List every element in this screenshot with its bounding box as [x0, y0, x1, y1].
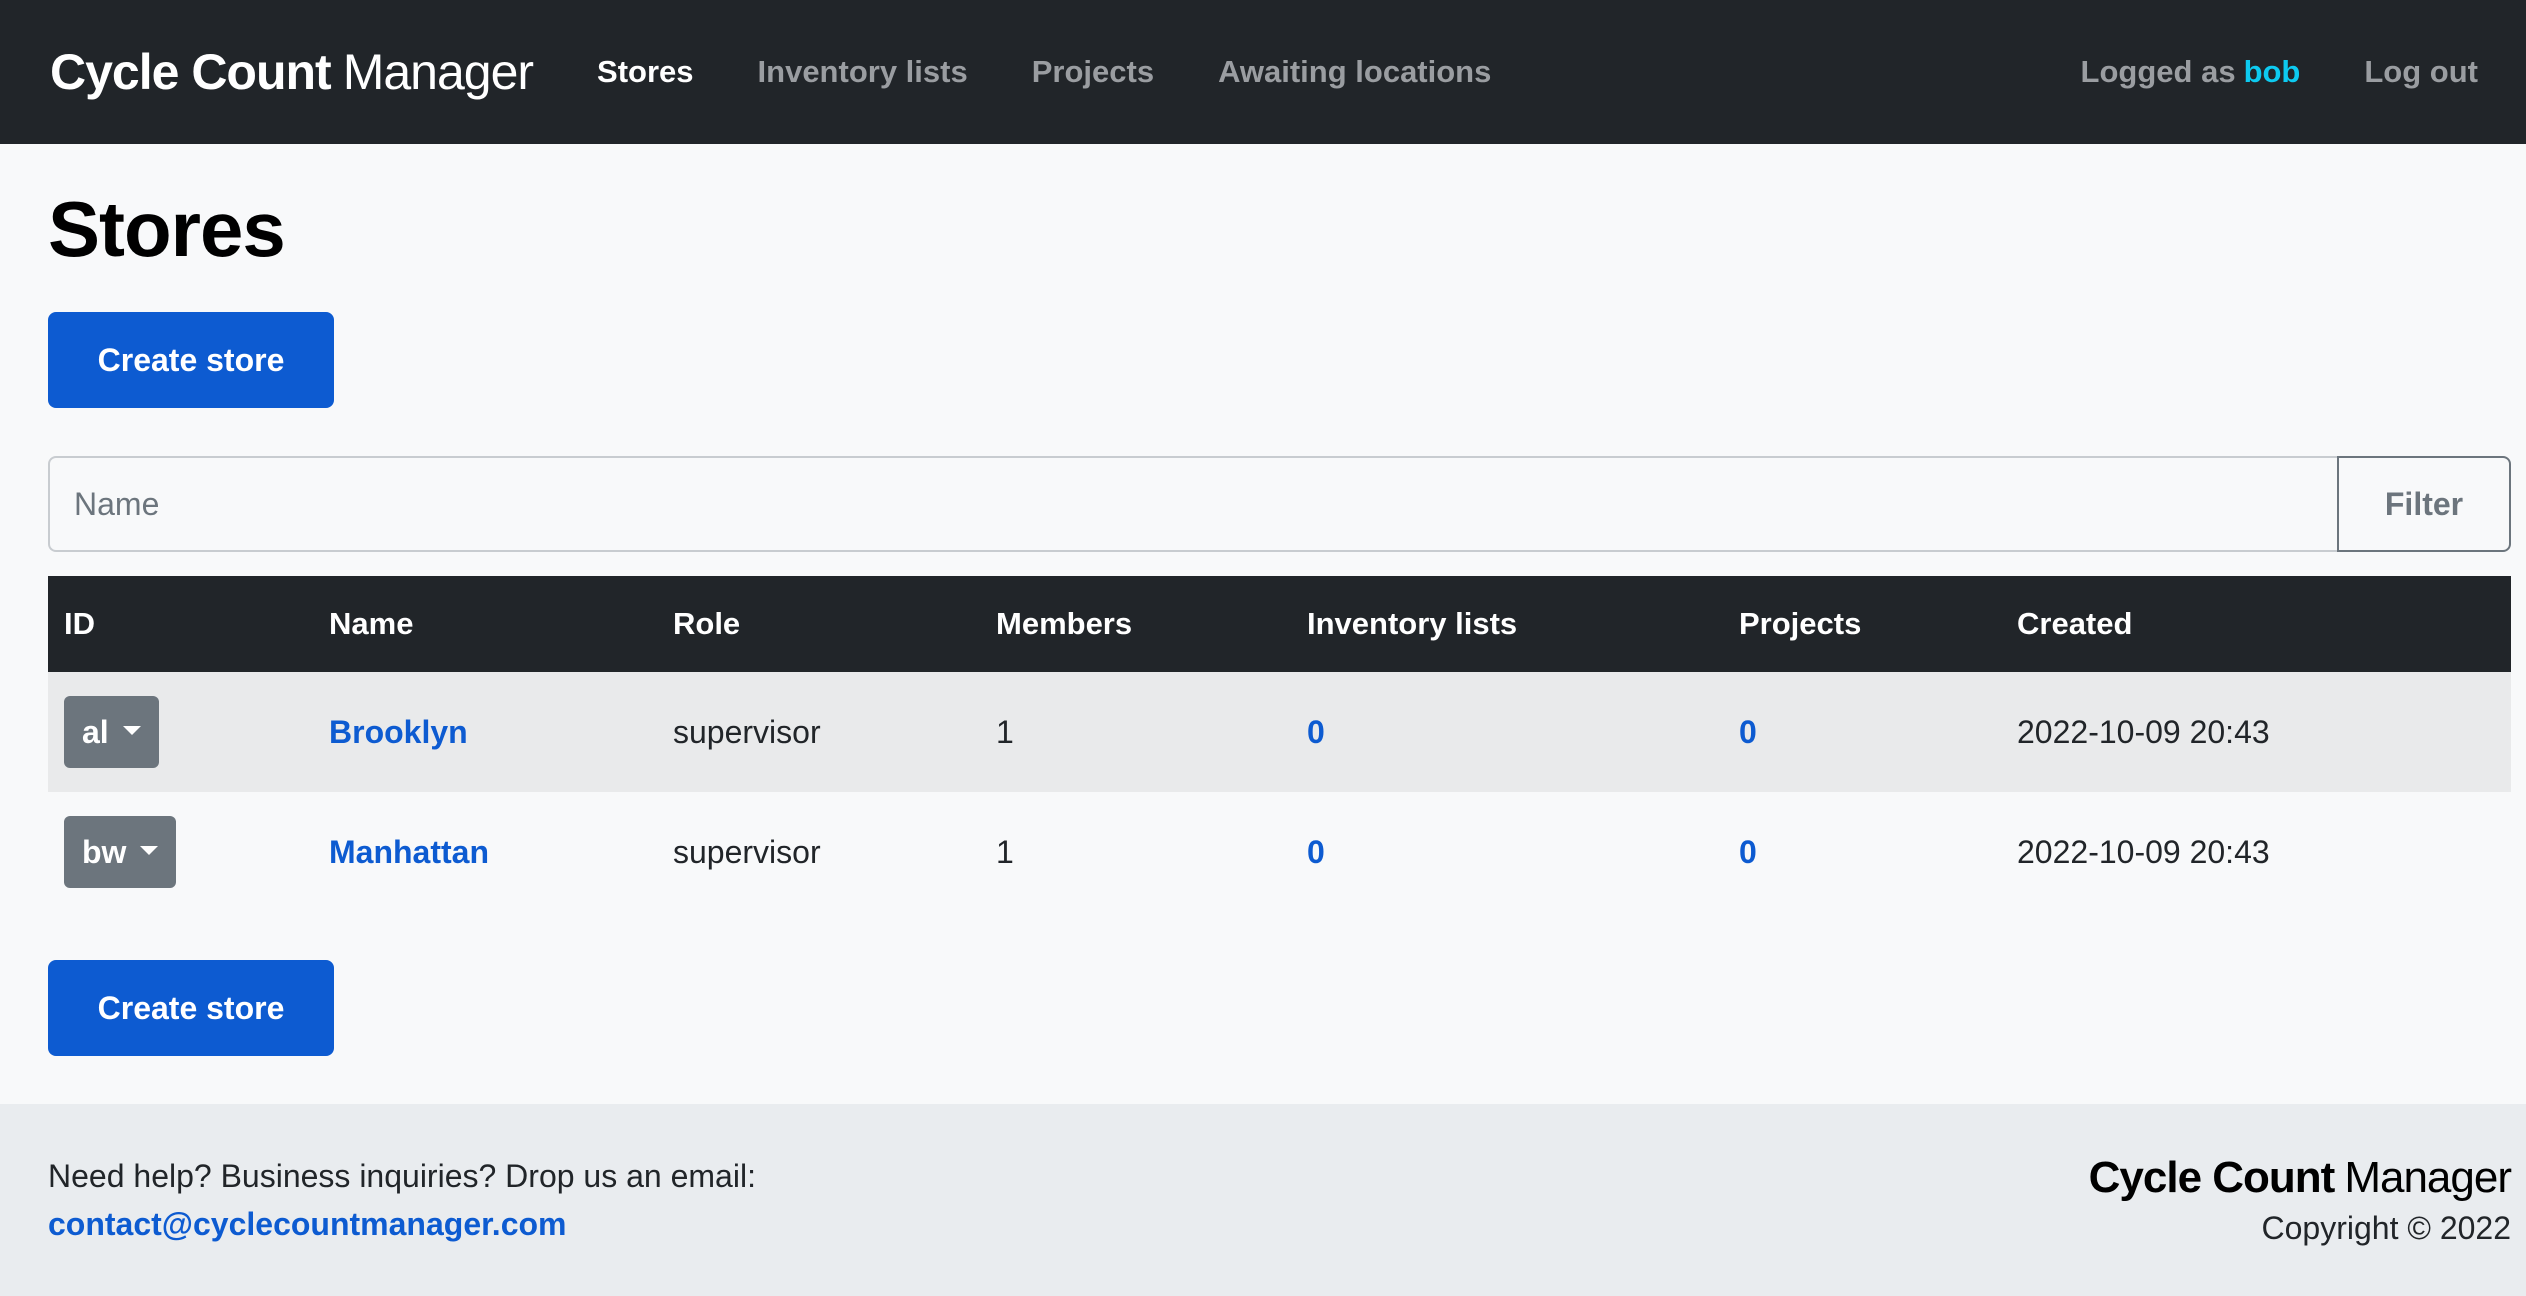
inventory-lists-link[interactable]: 0 — [1307, 834, 1325, 870]
top-navbar: Cycle Count Manager Stores Inventory lis… — [0, 0, 2526, 144]
id-cell: bw — [48, 792, 313, 912]
brand-bold: Cycle Count — [50, 44, 332, 100]
brand-light: Manager — [342, 44, 534, 100]
page-title: Stores — [48, 185, 286, 273]
brand-logo[interactable]: Cycle Count Manager — [50, 43, 534, 101]
main-content: Stores Create store Filter ID Name Role — [0, 144, 2526, 1104]
footer: Need help? Business inquiries? Drop us a… — [0, 1104, 2526, 1296]
filter-button[interactable]: Filter — [2337, 456, 2511, 552]
column-header-name: Name — [329, 606, 414, 641]
column-header-members: Members — [996, 606, 1133, 641]
name-cell: Brooklyn — [313, 672, 657, 792]
projects-cell: 0 — [1723, 672, 2001, 792]
store-name-link[interactable]: Manhattan — [329, 834, 489, 870]
nav-link-awaiting-locations[interactable]: Awaiting locations — [1218, 54, 1491, 90]
inventory-lists-cell: 0 — [1291, 792, 1723, 912]
logged-in-status: Logged as bob — [2081, 54, 2301, 90]
footer-brand-block: Cycle Count Manager Copyright © 2022 — [2088, 1152, 2512, 1252]
username-link[interactable]: bob — [2244, 54, 2301, 89]
logged-as-label: Logged as — [2080, 54, 2236, 89]
nav-link-projects[interactable]: Projects — [1032, 54, 1154, 90]
id-dropdown-button[interactable]: al — [64, 696, 159, 768]
help-text: Need help? Business inquiries? Drop us a… — [48, 1158, 756, 1194]
nav-link-inventory-lists[interactable]: Inventory lists — [758, 54, 968, 90]
caret-down-icon — [122, 725, 141, 735]
id-cell: al — [48, 672, 313, 792]
table-row: al Brooklyn supervisor 1 0 0 2022-10-09 … — [48, 672, 2511, 792]
nav-links: Stores Inventory lists Projects Awaiting… — [597, 54, 1555, 90]
created-cell: 2022-10-09 20:43 — [2017, 713, 2270, 750]
members-cell: 1 — [996, 713, 1014, 750]
name-filter-input[interactable] — [48, 456, 2337, 552]
stores-table: ID Name Role Members Inventory lists Pro… — [48, 576, 2511, 912]
filter-form: Filter — [48, 456, 2511, 552]
role-cell: supervisor — [673, 833, 821, 870]
members-cell: 1 — [996, 833, 1014, 870]
projects-link[interactable]: 0 — [1739, 714, 1757, 750]
create-store-button-bottom[interactable]: Create store — [48, 960, 334, 1056]
column-header-inventory-lists: Inventory lists — [1307, 606, 1518, 641]
table-header-row: ID Name Role Members Inventory lists Pro… — [48, 576, 2511, 672]
table-row: bw Manhattan supervisor 1 0 0 2022-10-09… — [48, 792, 2511, 912]
id-dropdown-button[interactable]: bw — [64, 816, 177, 888]
created-cell: 2022-10-09 20:43 — [2017, 833, 2270, 870]
column-header-id: ID — [64, 606, 95, 641]
column-header-projects: Projects — [1739, 606, 1862, 641]
nav-link-stores[interactable]: Stores — [597, 54, 693, 90]
footer-brand-logo: Cycle Count Manager — [2088, 1152, 2512, 1204]
id-label: bw — [82, 833, 127, 870]
contact-email-link[interactable]: contact@cyclecountmanager.com — [48, 1200, 756, 1248]
projects-cell: 0 — [1723, 792, 2001, 912]
footer-contact: Need help? Business inquiries? Drop us a… — [48, 1152, 756, 1248]
footer-brand-light: Manager — [2344, 1153, 2512, 1202]
inventory-lists-cell: 0 — [1291, 672, 1723, 792]
store-name-link[interactable]: Brooklyn — [329, 714, 468, 750]
create-store-button-top[interactable]: Create store — [48, 312, 334, 408]
logout-link[interactable]: Log out — [2364, 54, 2478, 90]
nav-right: Logged as bob Log out — [2081, 54, 2478, 90]
column-header-created: Created — [2017, 606, 2133, 641]
caret-down-icon — [140, 845, 159, 855]
role-cell: supervisor — [673, 713, 821, 750]
inventory-lists-link[interactable]: 0 — [1307, 714, 1325, 750]
footer-brand-bold: Cycle Count — [2088, 1153, 2336, 1202]
column-header-role: Role — [673, 606, 741, 641]
id-label: al — [82, 713, 109, 750]
copyright-text: Copyright © 2022 — [2261, 1210, 2512, 1246]
projects-link[interactable]: 0 — [1739, 834, 1757, 870]
name-cell: Manhattan — [313, 792, 657, 912]
